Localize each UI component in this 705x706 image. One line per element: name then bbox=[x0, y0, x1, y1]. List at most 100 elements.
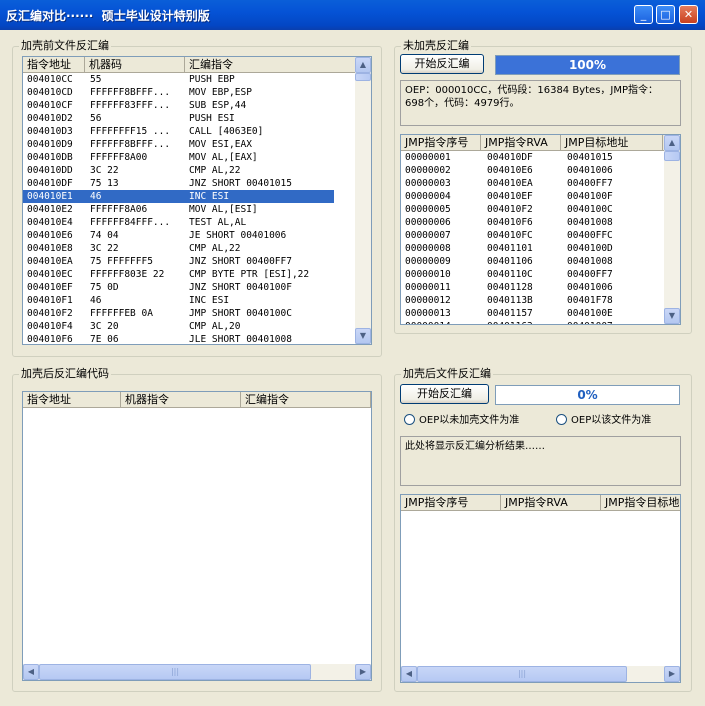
table-cell: FFFFFFEB 0A bbox=[90, 308, 153, 319]
table-cell: 00401157 bbox=[487, 308, 533, 319]
table-row[interactable]: 004010F1 46 INC ESI bbox=[23, 294, 334, 307]
jmp-list-packed[interactable]: JMP指令序号 JMP指令RVA JMP指令目标地 ◀ ||| ▶ bbox=[400, 494, 681, 683]
column-header[interactable]: JMP指令RVA bbox=[501, 495, 601, 510]
column-header[interactable]: 汇编指令 bbox=[185, 57, 357, 72]
table-row[interactable]: 00000011 00401128 00401006 bbox=[401, 281, 663, 294]
table-row[interactable]: 004010CD FFFFFF8BFFF... MOV EBP,ESP bbox=[23, 86, 334, 99]
column-header[interactable]: JMP目标地址 bbox=[561, 135, 663, 150]
table-row[interactable]: 00000006 004010F6 00401008 bbox=[401, 216, 663, 229]
progress-bar: 100% bbox=[495, 55, 680, 75]
scroll-right-icon[interactable]: ▶ bbox=[664, 666, 680, 682]
scroll-left-icon[interactable]: ◀ bbox=[401, 666, 417, 682]
table-row[interactable]: 004010E1 46 INC ESI bbox=[23, 190, 334, 203]
start-disasm-button[interactable]: 开始反汇编 bbox=[400, 384, 489, 404]
radio-label: OEP以未加壳文件为准 bbox=[419, 415, 520, 426]
table-row[interactable]: 004010F4 3C 20 CMP AL,20 bbox=[23, 320, 334, 333]
list-header: JMP指令序号 JMP指令RVA JMP目标地址 bbox=[401, 135, 680, 151]
column-header[interactable]: 机器码 bbox=[85, 57, 185, 72]
table-cell: PUSH ESI bbox=[189, 113, 235, 124]
table-row[interactable]: 00000008 00401101 0040100D bbox=[401, 242, 663, 255]
table-cell: 74 04 bbox=[90, 230, 119, 241]
group-label: 加壳后文件反汇编 bbox=[401, 367, 493, 381]
table-cell: 0040100D bbox=[567, 243, 613, 254]
horizontal-scrollbar[interactable]: ◀ ||| ▶ bbox=[401, 666, 680, 682]
table-cell: 00401015 bbox=[567, 152, 613, 163]
scroll-up-icon[interactable]: ▲ bbox=[355, 57, 371, 73]
table-cell: 3C 20 bbox=[90, 321, 119, 332]
table-row[interactable]: 004010EA 75 FFFFFFF5 JNZ SHORT 00400FF7 bbox=[23, 255, 334, 268]
table-cell: 004010F6 bbox=[487, 217, 533, 228]
vertical-scrollbar[interactable]: ▲ ▼ bbox=[355, 57, 371, 344]
table-row[interactable]: 00000001 004010DF 00401015 bbox=[401, 151, 663, 164]
table-cell: 0040100F bbox=[567, 191, 613, 202]
column-header[interactable]: JMP指令RVA bbox=[481, 135, 561, 150]
oep-this-file-radio[interactable]: OEP以该文件为准 bbox=[556, 414, 651, 428]
maximize-button[interactable]: □ bbox=[656, 5, 675, 24]
table-row[interactable]: 004010DD 3C 22 CMP AL,22 bbox=[23, 164, 334, 177]
column-header[interactable]: 指令地址 bbox=[23, 392, 121, 407]
table-cell: 00401163 bbox=[487, 320, 533, 324]
table-row[interactable]: 004010D2 56 PUSH ESI bbox=[23, 112, 334, 125]
table-row[interactable]: 004010F6 7E 06 JLE SHORT 00401008 bbox=[23, 333, 334, 345]
table-row[interactable]: 004010DB FFFFFF8A00 MOV AL,[EAX] bbox=[23, 151, 334, 164]
before-disasm-list[interactable]: 指令地址 机器码 汇编指令 004010CC 55 PUSH EBP 004010CD… bbox=[22, 56, 372, 345]
oep-unpacked-radio[interactable]: OEP以未加壳文件为准 bbox=[404, 414, 519, 428]
table-cell: 0040113B bbox=[487, 295, 533, 306]
table-row[interactable]: 00000014 00401163 00401007 bbox=[401, 320, 663, 324]
table-cell: 00400FF7 bbox=[567, 269, 613, 280]
table-cell: 004010F6 bbox=[27, 334, 73, 345]
column-header[interactable]: JMP指令目标地 bbox=[601, 495, 680, 510]
table-row[interactable]: 00000010 0040110C 00400FF7 bbox=[401, 268, 663, 281]
table-row[interactable]: 004010CC 55 PUSH EBP bbox=[23, 73, 334, 86]
scroll-thumb[interactable] bbox=[355, 73, 371, 81]
scroll-right-icon[interactable]: ▶ bbox=[355, 664, 371, 680]
table-cell: 004010CF bbox=[27, 100, 73, 111]
scroll-thumb[interactable]: ||| bbox=[39, 664, 311, 680]
minimize-button[interactable]: _ bbox=[634, 5, 653, 24]
radio-label: OEP以该文件为准 bbox=[571, 415, 652, 426]
start-disasm-button[interactable]: 开始反汇编 bbox=[400, 54, 484, 74]
scroll-up-icon[interactable]: ▲ bbox=[664, 135, 680, 151]
table-row[interactable]: 00000009 00401106 00401008 bbox=[401, 255, 663, 268]
table-row[interactable]: 00000003 004010EA 00400FF7 bbox=[401, 177, 663, 190]
progress-bar: 0% bbox=[495, 385, 680, 405]
table-cell: 00000004 bbox=[405, 191, 451, 202]
scroll-thumb[interactable]: ||| bbox=[417, 666, 627, 682]
scroll-down-icon[interactable]: ▼ bbox=[664, 308, 680, 324]
scroll-thumb[interactable] bbox=[664, 151, 680, 161]
table-row[interactable]: 004010E8 3C 22 CMP AL,22 bbox=[23, 242, 334, 255]
table-row[interactable]: 004010CF FFFFFF83FFF... SUB ESP,44 bbox=[23, 99, 334, 112]
table-row[interactable]: 004010EC FFFFFF803E 22 CMP BYTE PTR [ESI],… bbox=[23, 268, 334, 281]
table-row[interactable]: 00000004 004010EF 0040100F bbox=[401, 190, 663, 203]
analysis-info: OEP：000010CC，代码段：16384 Bytes，JMP指令：698个，… bbox=[400, 80, 681, 126]
table-cell: 0040100E bbox=[567, 308, 613, 319]
column-header[interactable]: JMP指令序号 bbox=[401, 135, 481, 150]
column-header[interactable]: JMP指令序号 bbox=[401, 495, 501, 510]
table-row[interactable]: 004010D9 FFFFFF8BFFF... MOV ESI,EAX bbox=[23, 138, 334, 151]
table-row[interactable]: 004010DF 75 13 JNZ SHORT 00401015 bbox=[23, 177, 334, 190]
table-row[interactable]: 00000012 0040113B 00401F78 bbox=[401, 294, 663, 307]
table-cell: 004010D9 bbox=[27, 139, 73, 150]
table-row[interactable]: 004010D3 FFFFFFFF15 ... CALL [4063E0] bbox=[23, 125, 334, 138]
after-disasm-list[interactable]: 指令地址 机器指令 汇编指令 ◀ ||| ▶ bbox=[22, 391, 372, 681]
table-row[interactable]: 00000007 004010FC 00400FFC bbox=[401, 229, 663, 242]
table-row[interactable]: 00000013 00401157 0040100E bbox=[401, 307, 663, 320]
scroll-left-icon[interactable]: ◀ bbox=[23, 664, 39, 680]
close-button[interactable]: ✕ bbox=[679, 5, 698, 24]
table-row[interactable]: 00000002 004010E6 00401006 bbox=[401, 164, 663, 177]
table-row[interactable]: 004010E6 74 04 JE SHORT 00401006 bbox=[23, 229, 334, 242]
scroll-down-icon[interactable]: ▼ bbox=[355, 328, 371, 344]
horizontal-scrollbar[interactable]: ◀ ||| ▶ bbox=[23, 664, 371, 680]
table-row[interactable]: 004010EF 75 0D JNZ SHORT 0040100F bbox=[23, 281, 334, 294]
column-header[interactable]: 汇编指令 bbox=[241, 392, 371, 407]
table-row[interactable]: 004010F2 FFFFFFEB 0A JMP SHORT 0040100C bbox=[23, 307, 334, 320]
table-cell: 004010E6 bbox=[27, 230, 73, 241]
table-row[interactable]: 004010E4 FFFFFF84FFF... TEST AL,AL bbox=[23, 216, 334, 229]
table-row[interactable]: 00000005 004010F2 0040100C bbox=[401, 203, 663, 216]
column-header[interactable]: 机器指令 bbox=[121, 392, 241, 407]
column-header[interactable]: 指令地址 bbox=[23, 57, 85, 72]
table-row[interactable]: 004010E2 FFFFFF8A06 MOV AL,[ESI] bbox=[23, 203, 334, 216]
vertical-scrollbar[interactable]: ▲ ▼ bbox=[664, 135, 680, 324]
jmp-list-unpacked[interactable]: JMP指令序号 JMP指令RVA JMP目标地址 00000001 004010D… bbox=[400, 134, 681, 325]
progress-text: 100% bbox=[568, 58, 607, 72]
